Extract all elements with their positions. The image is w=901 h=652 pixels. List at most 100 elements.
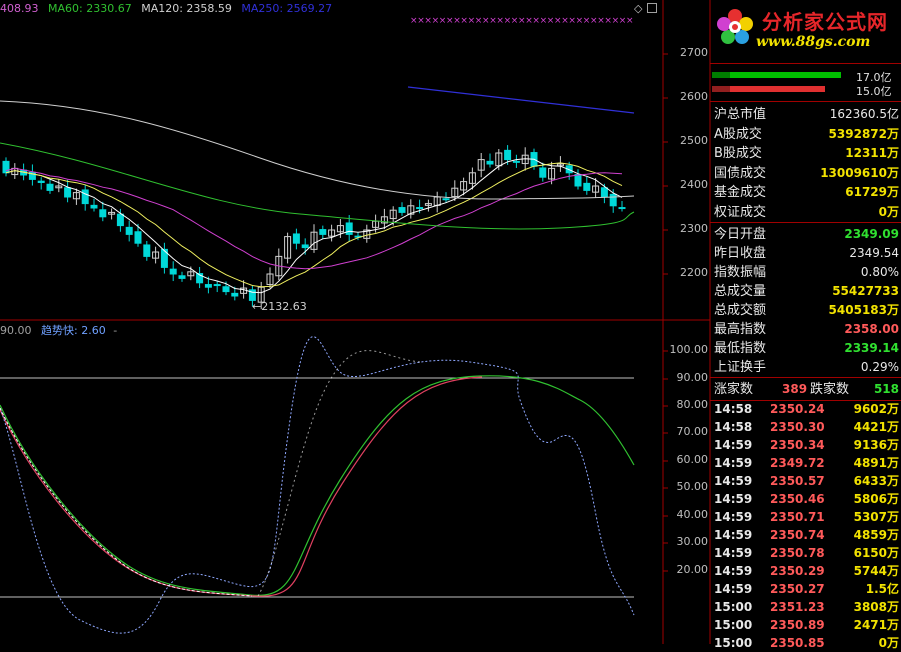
candle-body xyxy=(319,229,327,235)
info-row: 昨日收盘 2349.54 xyxy=(710,244,901,263)
tick-volume: 6150万 xyxy=(853,546,899,560)
tick-price: 2349.72 xyxy=(770,456,825,470)
tick-time: 14:59 xyxy=(714,564,753,578)
tick-price: 2350.89 xyxy=(770,618,825,632)
info-row: 最低指数 2339.14 xyxy=(710,339,901,358)
indicator-white-dashed xyxy=(257,350,421,597)
info-row: 最高指数 2358.00 xyxy=(710,320,901,339)
tick-volume: 3808万 xyxy=(853,600,899,614)
tick-row: 14:59 2350.29 5744万 xyxy=(710,562,901,580)
info-row: A股成交 5392872万 xyxy=(710,125,901,144)
info-key: 总成交量 xyxy=(714,284,767,299)
candle-body xyxy=(99,209,107,218)
tick-time: 14:59 xyxy=(714,528,753,542)
indicator-legend-prefix: 90.00 xyxy=(0,324,32,337)
info-key: 总成交额 xyxy=(714,303,767,318)
candle-body xyxy=(37,180,45,183)
info-key: 今日开盘 xyxy=(714,227,767,242)
tick-time: 15:00 xyxy=(714,636,753,650)
indicator-axis-label: 100.00 xyxy=(669,343,709,356)
info-key: 上证换手 xyxy=(714,360,767,375)
moving-average-lines xyxy=(0,86,635,294)
advance-decline-row: 涨家数 389 跌家数 518 xyxy=(710,380,901,399)
tick-volume: 4859万 xyxy=(853,528,899,542)
scroll-right-icon[interactable] xyxy=(647,3,657,13)
divider xyxy=(710,377,901,378)
tick-price: 2350.34 xyxy=(770,438,825,452)
indicator-axis-label: 40.00 xyxy=(676,508,709,521)
price-axis-label: 2500 xyxy=(680,134,708,147)
tick-time: 14:59 xyxy=(714,456,753,470)
candle-body xyxy=(204,284,212,288)
ma-legend-item-3: MA250: 2569.27 xyxy=(241,2,333,15)
tick-price: 2350.29 xyxy=(770,564,825,578)
sell-ratio-label: 15.0亿 xyxy=(856,85,892,98)
tick-volume: 0万 xyxy=(878,636,899,650)
signal-marker: × xyxy=(626,16,634,26)
flower-logo-icon xyxy=(717,9,753,44)
info-value: 13009610万 xyxy=(820,165,899,180)
info-value: 61729万 xyxy=(845,185,899,199)
corner-diamond-icon[interactable]: ◇ xyxy=(634,2,642,15)
candlesticks xyxy=(2,145,626,310)
info-key: 基金成交 xyxy=(714,185,767,200)
tick-row: 14:58 2350.30 4421万 xyxy=(710,418,901,436)
tick-price: 2350.78 xyxy=(770,546,825,560)
info-key: 昨日收盘 xyxy=(714,246,767,261)
info-row: 总成交额 5405183万 xyxy=(710,301,901,320)
candle-body xyxy=(2,160,10,174)
tick-time: 14:59 xyxy=(714,438,753,452)
ma250-line xyxy=(407,86,635,114)
info-value: 2349.09 xyxy=(844,227,899,241)
tick-price: 2350.30 xyxy=(770,420,825,434)
down-count-label: 跌家数 xyxy=(810,382,850,397)
indicator-axis-label: 20.00 xyxy=(676,563,709,576)
candle-body xyxy=(134,231,142,244)
tick-row: 15:00 2350.85 0万 xyxy=(710,634,901,652)
info-row: B股成交 12311万 xyxy=(710,144,901,163)
tick-row: 15:00 2350.89 2471万 xyxy=(710,616,901,634)
indicator-axis-label: 80.00 xyxy=(676,398,709,411)
candle-body xyxy=(574,174,582,187)
tick-time: 14:59 xyxy=(714,474,753,488)
tick-row: 14:58 2350.24 9602万 xyxy=(710,400,901,418)
info-key: 指数振幅 xyxy=(714,265,767,280)
sell-ratio-bar: 15.0亿 xyxy=(710,83,901,98)
tick-time: 14:59 xyxy=(714,492,753,506)
price-axis-label: 2700 xyxy=(680,46,708,59)
info-value: 0.80% xyxy=(860,265,899,279)
tick-time: 14:58 xyxy=(714,402,753,416)
tick-volume: 4891万 xyxy=(853,456,899,470)
info-value: 5392872万 xyxy=(828,126,899,141)
tick-volume: 9602万 xyxy=(853,402,899,416)
tick-volume: 5806万 xyxy=(853,492,899,506)
candle-body xyxy=(213,284,221,287)
indicator-axis-label: 50.00 xyxy=(676,480,709,493)
tick-volume: 6433万 xyxy=(853,474,899,488)
candle-body xyxy=(504,149,512,161)
candle-body xyxy=(292,233,300,244)
low-price-annotation: ←2132.63 xyxy=(252,300,307,313)
tick-volume: 5307万 xyxy=(853,510,899,524)
info-value: 2358.00 xyxy=(844,322,899,336)
tick-price: 2350.24 xyxy=(770,402,825,416)
tick-row: 14:59 2350.74 4859万 xyxy=(710,526,901,544)
divider xyxy=(710,222,901,223)
info-row: 今日开盘 2349.09 xyxy=(710,225,901,244)
price-axis-label: 2200 xyxy=(680,266,708,279)
buy-ratio-fill xyxy=(712,72,841,78)
tick-row: 15:00 2351.23 3808万 xyxy=(710,598,901,616)
candle-body xyxy=(442,198,450,201)
info-key: 沪总市值 xyxy=(714,107,767,122)
indicator-slow-line xyxy=(0,376,483,597)
ma-line xyxy=(5,167,623,270)
tick-time: 14:59 xyxy=(714,582,753,596)
candle-body xyxy=(512,160,520,163)
candle-body xyxy=(301,244,309,249)
candle-body xyxy=(64,187,72,198)
candle-body xyxy=(609,193,617,207)
tick-price: 2351.23 xyxy=(770,600,825,614)
up-count-value: 389 xyxy=(782,382,808,396)
info-value: 162360.5亿 xyxy=(829,107,899,121)
tick-price: 2350.46 xyxy=(770,492,825,506)
